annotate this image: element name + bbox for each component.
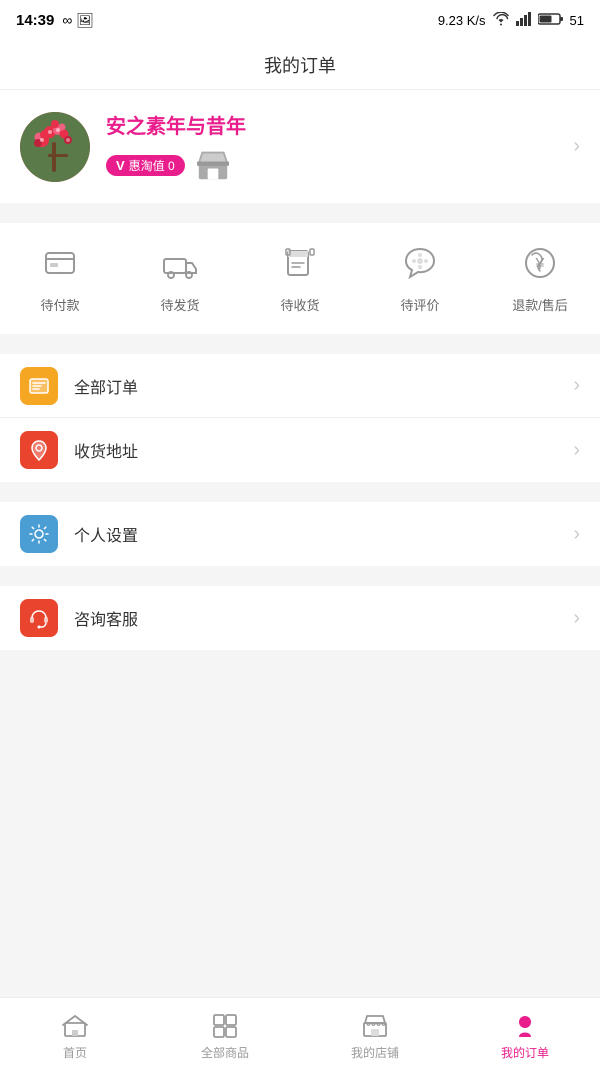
status-item-pending-shipment[interactable]: 待发货	[120, 239, 240, 314]
battery-level: 51	[570, 13, 584, 28]
menu-item-settings-left: 个人设置	[20, 515, 138, 553]
personal-settings-chevron: ›	[573, 523, 580, 546]
status-time: 14:39	[16, 12, 54, 29]
pending-payment-label: 待付款	[40, 295, 79, 314]
divider-1	[0, 213, 600, 223]
pending-receipt-label: 待收货	[280, 295, 319, 314]
service-icon-box	[20, 599, 58, 637]
user-info: 安之素年与昔年 V 惠淘值 0	[106, 110, 246, 183]
profile-chevron-right: ›	[573, 135, 580, 158]
menu-item-all-orders[interactable]: 全部订单 ›	[0, 354, 600, 418]
home-nav-icon	[61, 1012, 89, 1040]
order-status-section: 待付款 待发货	[0, 223, 600, 334]
menu-item-shipping-left: 收货地址	[20, 431, 138, 469]
badge-row: V 惠淘值 0	[106, 147, 246, 183]
network-speed: 9.23 K/s	[438, 13, 486, 28]
wifi-icon	[492, 12, 510, 29]
pending-shipment-icon	[156, 239, 204, 287]
menu-item-customer-service[interactable]: 咨询客服 ›	[0, 586, 600, 650]
nav-item-home[interactable]: 首页	[0, 1004, 150, 1061]
vip-v-icon: V	[116, 158, 125, 173]
pending-payment-icon	[36, 239, 84, 287]
signal-icon	[516, 12, 532, 29]
vip-badge: V 惠淘值 0	[106, 155, 185, 176]
my-orders-nav-label: 我的订单	[501, 1044, 549, 1061]
status-item-pending-review[interactable]: 待评价	[360, 239, 480, 314]
page-title: 我的订单	[264, 52, 336, 78]
divider-4	[0, 576, 600, 586]
menu-item-service-left: 咨询客服	[20, 599, 138, 637]
status-right: 9.23 K/s 51	[438, 12, 584, 29]
status-item-pending-receipt[interactable]: 待收货	[240, 239, 360, 314]
all-orders-icon-box	[20, 367, 58, 405]
battery-icon	[538, 12, 564, 29]
all-products-nav-label: 全部商品	[201, 1044, 249, 1061]
menu-item-all-orders-left: 全部订单	[20, 367, 138, 405]
shipping-address-chevron: ›	[573, 439, 580, 462]
status-bar: 14:39 ∞ 🖼 9.23 K/s	[0, 0, 600, 40]
pending-review-label: 待评价	[400, 295, 439, 314]
nav-item-my-orders[interactable]: 我的订单	[450, 1004, 600, 1061]
pending-review-icon	[396, 239, 444, 287]
menu-section-2: 个人设置 ›	[0, 502, 600, 566]
title-bar: 我的订单	[0, 40, 600, 90]
menu-section-3: 咨询客服 ›	[0, 586, 600, 650]
vip-text: 惠淘值 0	[129, 157, 175, 174]
my-shop-nav-label: 我的店铺	[351, 1044, 399, 1061]
shipping-icon-box	[20, 431, 58, 469]
menu-item-personal-settings[interactable]: 个人设置 ›	[0, 502, 600, 566]
pending-shipment-label: 待发货	[160, 295, 199, 314]
status-item-refund[interactable]: ¥ 退款/售后	[480, 239, 600, 314]
refund-icon: ¥	[516, 239, 564, 287]
bottom-nav: 首页 全部商品 我的店铺	[0, 997, 600, 1067]
divider-2	[0, 344, 600, 354]
all-products-nav-icon	[211, 1012, 239, 1040]
nav-item-my-shop[interactable]: 我的店铺	[300, 1004, 450, 1061]
shop-icon-button[interactable]	[195, 147, 231, 183]
order-status-row: 待付款 待发货	[0, 239, 600, 314]
divider-3	[0, 492, 600, 502]
status-left: 14:39 ∞ 🖼	[16, 12, 94, 29]
settings-icon-box	[20, 515, 58, 553]
my-orders-nav-icon	[511, 1012, 539, 1040]
home-nav-label: 首页	[63, 1044, 87, 1061]
profile-section[interactable]: 安之素年与昔年 V 惠淘值 0 ›	[0, 90, 600, 203]
all-orders-label: 全部订单	[74, 374, 138, 398]
shipping-address-label: 收货地址	[74, 438, 138, 462]
pending-receipt-icon	[276, 239, 324, 287]
customer-service-label: 咨询客服	[74, 606, 138, 630]
personal-settings-label: 个人设置	[74, 522, 138, 546]
all-orders-chevron: ›	[573, 374, 580, 397]
avatar	[20, 112, 90, 182]
refund-label: 退款/售后	[512, 295, 568, 314]
username: 安之素年与昔年	[106, 110, 246, 139]
menu-section-1: 全部订单 › 收货地址 ›	[0, 354, 600, 482]
status-icons: ∞ 🖼	[62, 12, 94, 29]
menu-item-shipping-address[interactable]: 收货地址 ›	[0, 418, 600, 482]
customer-service-chevron: ›	[573, 607, 580, 630]
profile-left: 安之素年与昔年 V 惠淘值 0	[20, 110, 246, 183]
nav-item-all-products[interactable]: 全部商品	[150, 1004, 300, 1061]
my-shop-nav-icon	[361, 1012, 389, 1040]
status-item-pending-payment[interactable]: 待付款	[0, 239, 120, 314]
